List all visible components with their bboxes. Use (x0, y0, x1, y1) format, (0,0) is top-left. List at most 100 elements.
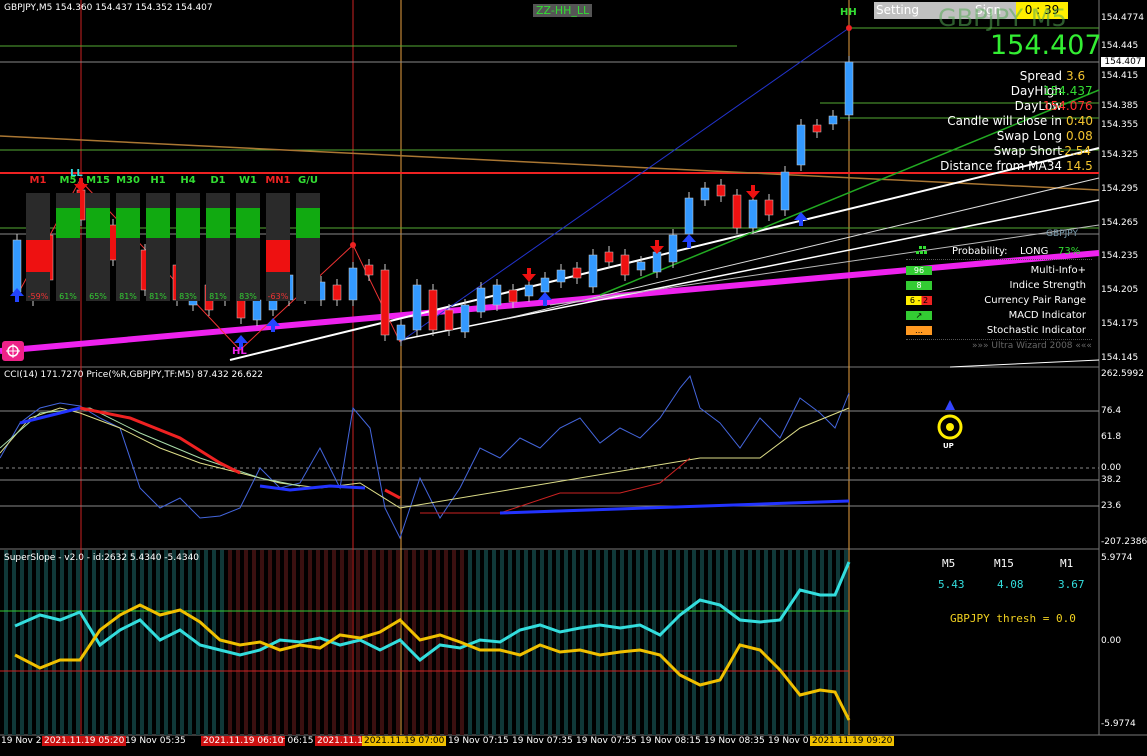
price-tick: 154.175 (1101, 319, 1139, 329)
timeframe-fill (176, 208, 200, 238)
timeframe-fill (206, 208, 230, 238)
timeframe-column: G/U (296, 175, 320, 305)
time-tick: 19 Nov 2 (1, 736, 42, 746)
candle (524, 284, 534, 297)
slope-bar (140, 550, 144, 735)
candle (476, 287, 486, 313)
candle (396, 324, 406, 341)
cci-trend-up (259, 484, 366, 492)
slope-bar (844, 550, 848, 735)
slope-bar (156, 550, 160, 735)
timeframe-label: D1 (210, 175, 226, 186)
slope-bar (340, 550, 344, 735)
slope-bar (68, 550, 72, 735)
timeframe-column: D1 81% (206, 175, 230, 305)
slope-bar (660, 550, 664, 735)
timeframe-percent: 61% (59, 292, 77, 301)
slope-bar (268, 550, 272, 735)
candle (428, 289, 438, 331)
candle (652, 251, 662, 273)
timeframe-label: W1 (239, 175, 257, 186)
slope-bar (180, 550, 184, 735)
slope-bar (740, 550, 744, 735)
slope-bar (692, 550, 696, 735)
slope-bar (108, 550, 112, 735)
time-tick-highlight: 2021.11.19 06:10 (201, 736, 286, 746)
slope-bar (388, 550, 392, 735)
timeframe-column: H1 81% (146, 175, 170, 305)
wizard-pair: GBPJPY (1046, 229, 1078, 239)
slope-bar (20, 550, 24, 735)
timeframe-column: M30 81% (116, 175, 140, 305)
slope-tick: 0.00 (1101, 636, 1122, 646)
slope-bar (204, 550, 208, 735)
timeframe-column: M5 61% (56, 175, 80, 305)
symbol-title: GBPJPY M5 (938, 4, 1067, 32)
current-price: 154.407 (990, 30, 1102, 61)
time-tick: 19 Nov 0 (768, 736, 809, 746)
superslope-panel[interactable] (0, 550, 1099, 735)
timeframe-percent: 81% (149, 292, 167, 301)
cci-trend-up (499, 499, 850, 515)
slope-bar (620, 550, 624, 735)
timeframe-label: M1 (29, 175, 47, 186)
slope-bar (548, 550, 552, 735)
slope-bar (780, 550, 784, 735)
slope-bar (828, 550, 832, 735)
timeframe-fill (26, 240, 50, 272)
slope-bar (820, 550, 824, 735)
slope-bar (164, 550, 168, 735)
candle (732, 194, 742, 229)
timeframe-fill (296, 208, 320, 238)
timeframe-percent: -59% (27, 292, 49, 301)
time-tick: 19 Nov 07:15 (448, 736, 509, 746)
slope-bar (124, 550, 128, 735)
slope-tick: -5.9774 (1101, 719, 1136, 729)
crosshair-icon[interactable] (2, 341, 24, 361)
candle (636, 261, 646, 271)
candle (492, 284, 502, 306)
cci-panel[interactable] (0, 368, 1099, 549)
price-marker: 154.407 (1101, 57, 1145, 67)
time-tick: 19 Nov 08:15 (640, 736, 701, 746)
candle (332, 284, 342, 301)
currency-range-label: Currency Pair Range (984, 295, 1086, 306)
slope-bar (636, 550, 640, 735)
timeframe-percent: 81% (209, 292, 227, 301)
slope-bar (644, 550, 648, 735)
slope-bar (380, 550, 384, 735)
cci-tick: -207.2386 (1101, 537, 1147, 547)
slope-bar (28, 550, 32, 735)
candle (620, 254, 630, 276)
slope-bar (812, 550, 816, 735)
slope-bar (116, 550, 120, 735)
distance-ma-value: 14.5 (1066, 159, 1093, 173)
stochastic-label: Stochastic Indicator (986, 325, 1086, 336)
slope-bar (732, 550, 736, 735)
price-tick: 154.325 (1101, 150, 1139, 160)
cci-tick: 262.5992 (1101, 369, 1144, 379)
slope-bar (676, 550, 680, 735)
timeframe-column: W1 83% (236, 175, 260, 305)
cci-header: CCI(14) 171.7270 Price(%R,GBPJPY,TF:M5) … (4, 370, 264, 380)
timeframe-fill (116, 208, 140, 238)
timeframe-label: M5 (59, 175, 77, 186)
daylow-value: 154.076 (1043, 99, 1093, 113)
candle (412, 284, 422, 331)
candle (700, 187, 710, 201)
slope-tf-m15: M15 (994, 557, 1014, 570)
slope-bar (60, 550, 64, 735)
candle (444, 309, 454, 331)
timeframe-fill (266, 240, 290, 272)
chart-header: GBPJPY,M5 154.360 154.437 154.352 154.40… (4, 3, 213, 13)
slope-bar (684, 550, 688, 735)
spread-label: Spread (1019, 69, 1062, 83)
slope-bar (84, 550, 88, 735)
sell-arrow-icon (650, 240, 664, 254)
timeframe-percent: 83% (239, 292, 257, 301)
time-tick: 19 Nov 05:35 (125, 736, 186, 746)
timeframe-label: H1 (150, 175, 166, 186)
slope-bar (284, 550, 288, 735)
slope-bar (532, 550, 536, 735)
candle (684, 197, 694, 235)
